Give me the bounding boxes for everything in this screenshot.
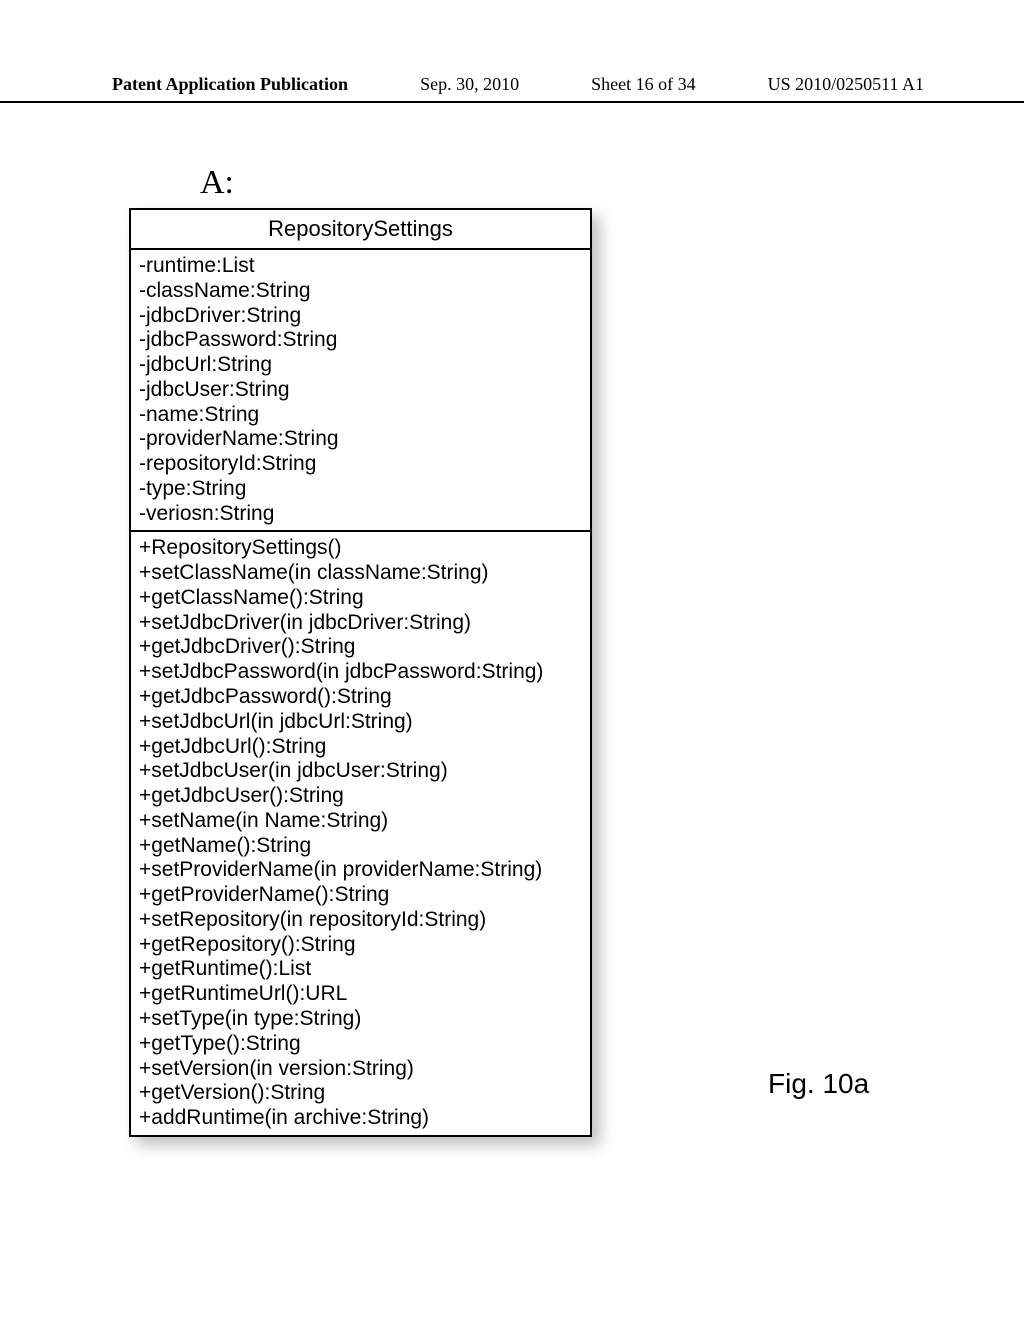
uml-operation: +getRuntimeUrl():URL [139,982,582,1007]
uml-operations-section: +RepositorySettings()+setClassName(in cl… [131,530,590,1134]
uml-operation: +getRepository():String [139,933,582,958]
uml-attribute: -name:String [139,403,582,428]
uml-attribute: -jdbcUrl:String [139,353,582,378]
uml-operation: +getProviderName():String [139,883,582,908]
uml-operation: +getName():String [139,834,582,859]
uml-attribute: -jdbcUser:String [139,378,582,403]
uml-attribute: -type:String [139,477,582,502]
uml-operation: +setVersion(in version:String) [139,1057,582,1082]
uml-operation: +addRuntime(in archive:String) [139,1106,582,1131]
uml-operation: +getJdbcUser():String [139,784,582,809]
uml-attribute: -veriosn:String [139,502,582,527]
uml-operation: +getRuntime():List [139,957,582,982]
uml-operation: +getClassName():String [139,586,582,611]
uml-attribute: -className:String [139,279,582,304]
uml-operation: +RepositorySettings() [139,536,582,561]
uml-operation: +setJdbcDriver(in jdbcDriver:String) [139,611,582,636]
uml-operation: +getJdbcUrl():String [139,735,582,760]
diagram-label-a: A: [200,164,234,202]
uml-attributes-section: -runtime:List-className:String-jdbcDrive… [131,250,590,530]
uml-attribute: -repositoryId:String [139,452,582,477]
uml-operation: +getType():String [139,1032,582,1057]
uml-operation: +getJdbcDriver():String [139,635,582,660]
uml-attribute: -jdbcDriver:String [139,304,582,329]
uml-operation: +setName(in Name:String) [139,809,582,834]
uml-operation: +setJdbcPassword(in jdbcPassword:String) [139,660,582,685]
uml-operation: +setProviderName(in providerName:String) [139,858,582,883]
figure-label: Fig. 10a [768,1068,869,1100]
uml-attribute: -runtime:List [139,254,582,279]
uml-class-box: RepositorySettings -runtime:List-classNa… [129,208,592,1137]
header-date: Sep. 30, 2010 [420,74,519,95]
header-sheet: Sheet 16 of 34 [591,74,695,95]
header-id: US 2010/0250511 A1 [768,74,924,95]
header-left: Patent Application Publication [112,74,348,95]
uml-attribute: -jdbcPassword:String [139,328,582,353]
uml-operation: +setJdbcUser(in jdbcUser:String) [139,759,582,784]
uml-operation: +setRepository(in repositoryId:String) [139,908,582,933]
uml-class-name: RepositorySettings [131,210,590,250]
uml-operation: +setJdbcUrl(in jdbcUrl:String) [139,710,582,735]
uml-operation: +setClassName(in className:String) [139,561,582,586]
page-header: Patent Application Publication Sep. 30, … [0,74,1024,103]
uml-attribute: -providerName:String [139,427,582,452]
uml-operation: +getVersion():String [139,1081,582,1106]
uml-operation: +getJdbcPassword():String [139,685,582,710]
uml-operation: +setType(in type:String) [139,1007,582,1032]
